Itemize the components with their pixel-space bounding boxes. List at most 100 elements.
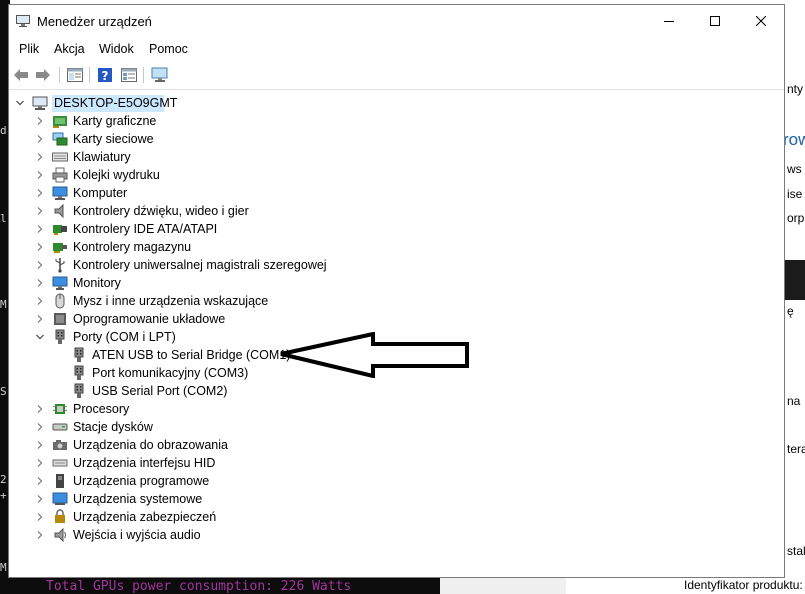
tree-category-kontrolery-dzwieku-wideo-i-gier[interactable]: Kontrolery dźwięku, wideo i gier [9, 202, 769, 220]
bg-char: + [0, 489, 7, 502]
tree-item-label: Kontrolery dźwięku, wideo i gier [73, 204, 249, 218]
chevron-right-icon[interactable] [35, 278, 45, 288]
background-window-bottom-right: Identyfikator produktu: [566, 578, 805, 594]
printer-icon [52, 167, 68, 183]
tree-category-karty-sieciowe[interactable]: Karty sieciowe [9, 130, 769, 148]
security-device-icon [52, 509, 68, 525]
chevron-right-icon[interactable] [35, 242, 45, 252]
chevron-right-icon[interactable] [35, 440, 45, 450]
tree-item-label: Komputer [73, 186, 128, 200]
svg-text:?: ? [102, 69, 109, 83]
storage-controller-icon [52, 239, 68, 255]
toolbar-separator [89, 67, 90, 83]
chevron-right-icon[interactable] [35, 134, 45, 144]
chevron-right-icon[interactable] [35, 422, 45, 432]
scan-hardware-button[interactable] [150, 65, 170, 85]
minimize-button[interactable] [646, 5, 692, 37]
tree-item-label: Porty (COM i LPT) [73, 330, 176, 344]
maximize-icon [710, 16, 720, 26]
bg-fragment: stal [787, 544, 805, 558]
chevron-right-icon[interactable] [35, 530, 45, 540]
tree-category-urzadzenia-systemowe[interactable]: Urządzenia systemowe [9, 490, 769, 508]
view-button[interactable] [119, 65, 139, 85]
disk-drive-icon [52, 419, 68, 435]
menu-view[interactable]: Widok [99, 42, 134, 56]
chevron-right-icon[interactable] [35, 260, 45, 270]
tree-item-label: Kontrolery IDE ATA/ATAPI [73, 222, 218, 236]
software-device-icon [52, 473, 68, 489]
tree-category-kolejki-wydruku[interactable]: Kolejki wydruku [9, 166, 769, 184]
tree-item-label: Urządzenia programowe [73, 474, 210, 488]
menu-file[interactable]: Plik [19, 42, 39, 56]
tree-category-kontrolery-magazynu[interactable]: Kontrolery magazynu [9, 238, 769, 256]
chevron-right-icon[interactable] [35, 404, 45, 414]
tree-root-computer[interactable]: DESKTOP-E5O9GMT [9, 94, 769, 112]
tree-category-monitory[interactable]: Monitory [9, 274, 769, 292]
tree-category-wejscia-i-wyjscia-audio[interactable]: Wejścia i wyjścia audio [9, 526, 769, 544]
properties-button[interactable] [65, 65, 85, 85]
window-title: Menedżer urządzeń [37, 14, 152, 29]
close-button[interactable] [738, 5, 784, 37]
chevron-down-icon[interactable] [35, 332, 45, 342]
tree-item-label: DESKTOP-E5O9GMT [54, 96, 178, 110]
tree-category-mysz-i-inne-urzadzenia-wskazujace[interactable]: Mysz i inne urządzenia wskazujące [9, 292, 769, 310]
background-window-right: nty row ws ise orp ę na tera stal [785, 42, 805, 578]
close-icon [756, 16, 766, 26]
tree-item-label: Kontrolery magazynu [73, 240, 192, 254]
chevron-right-icon[interactable] [35, 152, 45, 162]
tree-category-stacje-dyskow[interactable]: Stacje dysków [9, 418, 769, 436]
tree-item-label: Wejścia i wyjścia audio [73, 528, 201, 542]
tree-item-label: Kolejki wydruku [73, 168, 160, 182]
tree-category-kontrolery-ide-ata-atapi[interactable]: Kontrolery IDE ATA/ATAPI [9, 220, 769, 238]
menu-help[interactable]: Pomoc [149, 42, 188, 56]
maximize-button[interactable] [692, 5, 738, 37]
chevron-right-icon[interactable] [35, 206, 45, 216]
chevron-right-icon[interactable] [35, 314, 45, 324]
tree-category-oprogramowanie-ukladowe[interactable]: Oprogramowanie układowe [9, 310, 769, 328]
usb-controller-icon [52, 257, 68, 273]
tree-item-label: Port komunikacyjny (COM3) [92, 366, 249, 380]
back-button[interactable] [11, 65, 31, 85]
title-bar[interactable]: Menedżer urządzeń [9, 5, 784, 37]
tree-item-label: Urządzenia systemowe [73, 492, 203, 506]
keyboard-icon [52, 149, 68, 165]
chevron-right-icon[interactable] [35, 116, 45, 126]
chevron-right-icon[interactable] [35, 476, 45, 486]
tree-item-label: Karty sieciowe [73, 132, 154, 146]
bg-fragment: nty [787, 82, 804, 96]
chevron-right-icon[interactable] [35, 188, 45, 198]
bg-fragment: row [785, 130, 805, 149]
tree-category-komputer[interactable]: Komputer [9, 184, 769, 202]
tree-item-label: USB Serial Port (COM2) [92, 384, 228, 398]
device-manager-window: Menedżer urządzeń Plik Akcja Widok Pomoc… [8, 4, 785, 578]
tree-category-urzadzenia-zabezpieczen[interactable]: Urządzenia zabezpieczeń [9, 508, 769, 526]
forward-button[interactable] [33, 65, 53, 85]
tree-category-procesory[interactable]: Procesory [9, 400, 769, 418]
bg-char: 2 [0, 473, 7, 486]
tree-category-kontrolery-uniwersalnej-magistrali-szeregowej[interactable]: Kontrolery uniwersalnej magistrali szere… [9, 256, 769, 274]
background-terminal-bottom: Total GPUs power consumption: 226 Watts [0, 578, 440, 594]
chevron-right-icon[interactable] [35, 224, 45, 234]
port-icon [52, 329, 68, 345]
computer-icon [52, 185, 68, 201]
bg-char: l [0, 212, 7, 225]
tree-item-label: Urządzenia zabezpieczeń [73, 510, 217, 524]
chevron-right-icon[interactable] [35, 170, 45, 180]
tree-device-usb-serial-port-com2[interactable]: USB Serial Port (COM2) [9, 382, 769, 400]
menu-action[interactable]: Akcja [54, 42, 85, 56]
properties-icon [67, 68, 83, 82]
tree-category-klawiatury[interactable]: Klawiatury [9, 148, 769, 166]
tree-category-urzadzenia-programowe[interactable]: Urządzenia programowe [9, 472, 769, 490]
chevron-right-icon[interactable] [35, 296, 45, 306]
help-icon: ? [98, 68, 112, 83]
tree-category-karty-graficzne[interactable]: Karty graficzne [9, 112, 769, 130]
monitor-icon [52, 275, 68, 291]
chevron-right-icon[interactable] [35, 458, 45, 468]
view-icon [121, 68, 137, 82]
help-button[interactable]: ? [95, 65, 115, 85]
tree-category-urzadzenia-interfejsu-hid[interactable]: Urządzenia interfejsu HID [9, 454, 769, 472]
chevron-right-icon[interactable] [35, 512, 45, 522]
chevron-down-icon[interactable] [15, 98, 25, 108]
tree-category-urzadzenia-do-obrazowania[interactable]: Urządzenia do obrazowania [9, 436, 769, 454]
chevron-right-icon[interactable] [35, 494, 45, 504]
